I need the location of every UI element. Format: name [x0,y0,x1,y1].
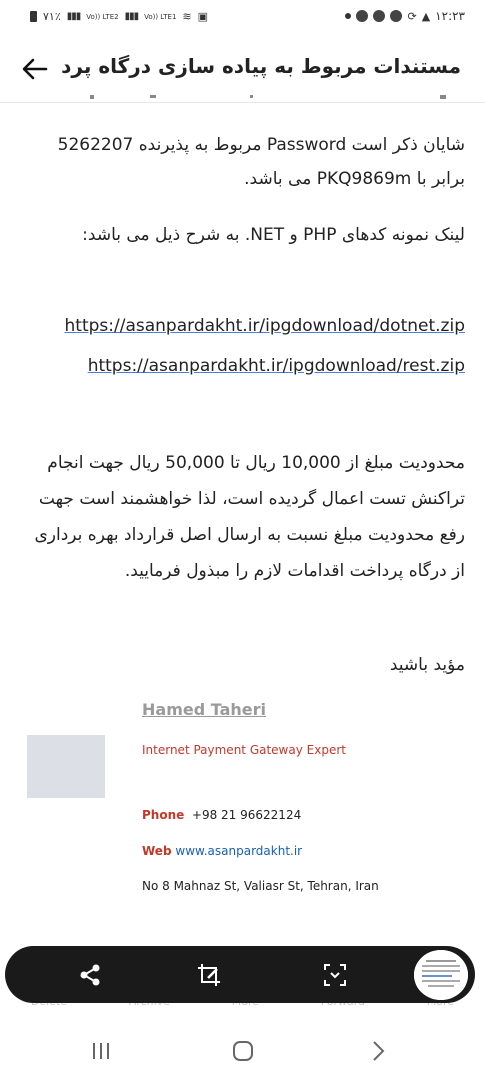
screenshot-toolbar [5,946,475,1003]
rest-download-link[interactable]: https://asanpardakht.ir/ipgdownload/rest… [88,356,465,376]
cut-off-text-line [90,95,446,99]
app-icon-3 [390,10,403,22]
arrow-left-icon[interactable] [20,54,50,84]
status-right: ⟳ ▲ ١٢:٢٣ [345,9,465,23]
app-icon-1 [356,10,369,22]
signature-address: No 8 Mahnaz St, Valiasr St, Tehran, Iran [142,879,379,893]
scan-icon[interactable] [322,962,348,988]
signature-role: Internet Payment Gateway Expert [142,743,346,757]
web-label: Web [142,844,172,858]
notification-dot-icon [345,13,352,19]
dotnet-download-link[interactable]: https://asanpardakht.ir/ipgdownload/dotn… [65,316,465,336]
phone-number[interactable]: +98 21 96622124 [192,808,301,822]
signal-icon-2: ▮▮▮ [124,11,139,22]
signature-name: Hamed Taheri [142,700,266,719]
signature-photo [27,735,105,798]
system-navigation-bar [0,1020,485,1080]
recent-apps-icon[interactable] [86,1036,116,1066]
status-left: ٧١٪ ▮▮▮ Vo)) LTE2 ▮▮▮ Vo)) LTE1 ≋ ▣ [30,10,208,23]
email-paragraph-password: شایان ذکر است Password مربوط به پذیرنده … [57,135,465,189]
page-title: مستندات مربوط به پیاده سازی درگاه پرد... [61,54,461,78]
email-closing: مؤید باشید [389,655,465,675]
signature-phone: Phone +98 21 96622124 [142,808,301,822]
screenshot-thumbnail[interactable] [414,950,468,1000]
sim2-label: Vo)) LTE2 [86,12,119,21]
signature-web: Web www.asanpardakht.ir [142,844,302,858]
app-icon-2 [373,10,386,22]
email-paragraph-samples: لینک نمونه کدهای PHP و NET. به شرح ذیل م… [82,225,465,245]
battery-percent: ٧١٪ [43,10,61,23]
signal-icon: ▮▮▮ [66,11,81,22]
battery-icon [30,11,37,22]
status-bar: ٧١٪ ▮▮▮ Vo)) LTE2 ▮▮▮ Vo)) LTE1 ≋ ▣ ⟳ ▲ … [0,0,485,34]
phone-label: Phone [142,808,185,822]
status-time: ١٢:٢٣ [435,9,465,23]
web-link[interactable]: www.asanpardakht.ir [175,844,302,858]
home-icon[interactable] [228,1036,258,1066]
share-icon[interactable] [77,962,103,988]
lock-icon: ▣ [197,10,209,23]
back-nav-icon[interactable] [363,1036,393,1066]
warning-icon: ▲ [421,9,431,23]
sync-icon: ⟳ [407,9,417,23]
email-paragraph-limit: محدودیت مبلغ از 10,000 ریال تا 50,000 ری… [34,453,465,581]
crop-edit-icon[interactable] [196,962,222,988]
wifi-icon: ≋ [182,10,192,23]
sim1-label: Vo)) LTE1 [144,12,177,21]
